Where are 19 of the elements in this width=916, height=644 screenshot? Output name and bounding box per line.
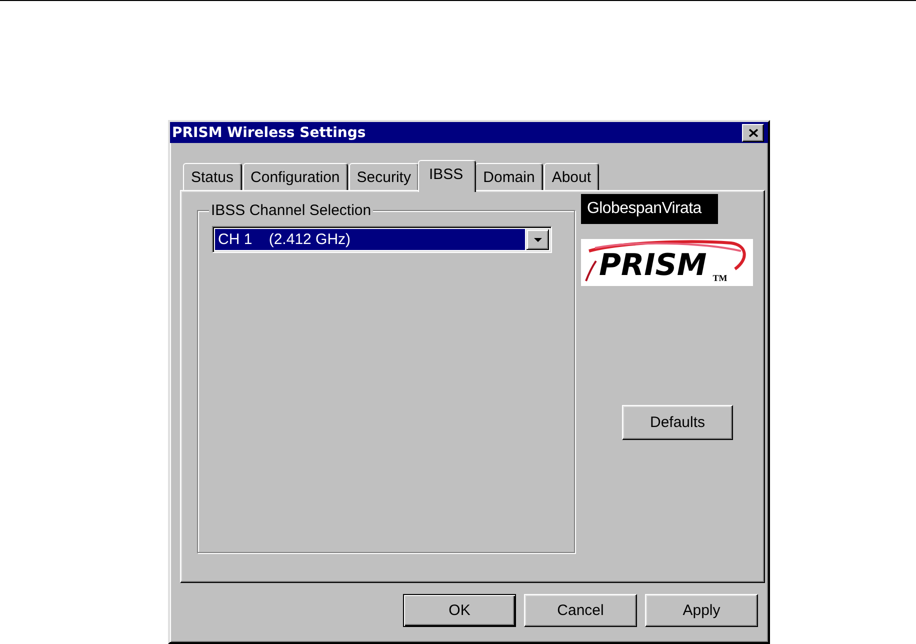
tab[interactable]: Status xyxy=(183,163,242,190)
caret-icon xyxy=(534,238,542,242)
dialog-button[interactable]: Cancel xyxy=(524,594,637,627)
tab[interactable]: About xyxy=(544,163,600,190)
tab[interactable]: IBSS xyxy=(418,160,476,192)
tab[interactable]: Configuration xyxy=(242,163,348,190)
brand-wordmark: GlobespanVirata xyxy=(581,194,718,224)
channel-dropdown[interactable]: CH 1 (2.412 GHz) xyxy=(212,226,552,253)
trademark-text: TM xyxy=(712,274,728,283)
window-title: PRISM Wireless Settings xyxy=(172,124,366,140)
defaults-button[interactable]: Defaults xyxy=(622,405,733,440)
tab[interactable]: Domain xyxy=(475,163,543,190)
logo-text: PRISM xyxy=(599,251,707,281)
close-button[interactable] xyxy=(742,124,764,142)
tab[interactable]: Security xyxy=(348,163,419,190)
dialog-button[interactable]: OK xyxy=(403,594,516,627)
close-icon xyxy=(748,128,758,136)
dropdown-button[interactable] xyxy=(526,229,549,250)
dialog-button[interactable]: Apply xyxy=(645,594,758,627)
